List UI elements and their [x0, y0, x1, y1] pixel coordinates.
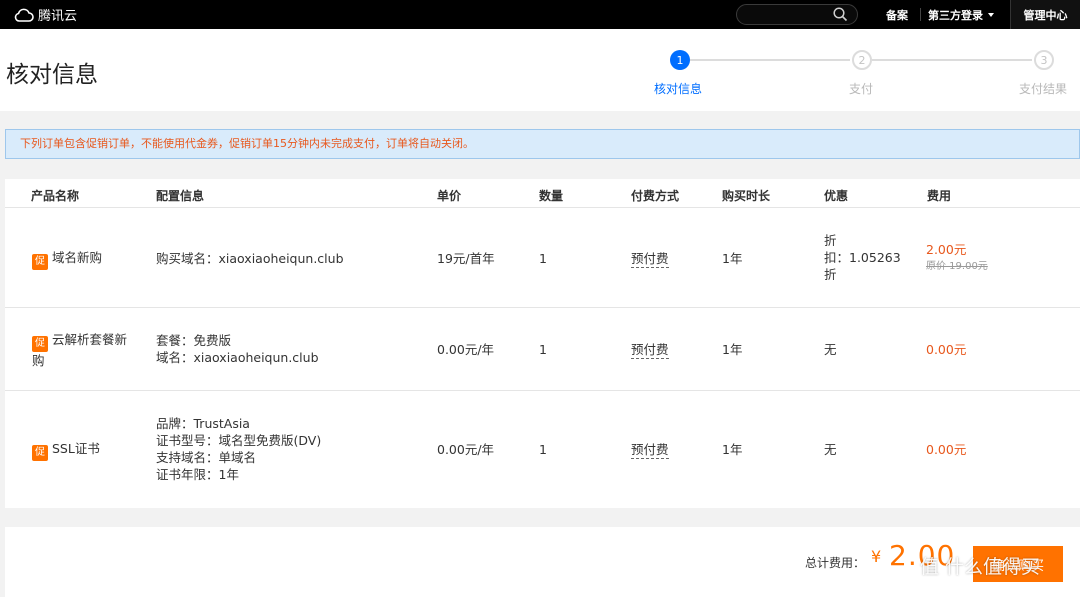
- discount: 无: [824, 442, 837, 457]
- product-name-label: 域名新购: [52, 250, 103, 265]
- table-header: 产品名称 配置信息 单价 数量 付费方式 购买时长 优惠 费用: [5, 179, 1080, 208]
- config-line: 套餐：免费版: [156, 333, 232, 348]
- product-name-label: 云解析套餐新: [52, 332, 128, 347]
- quantity: 1: [539, 342, 547, 357]
- pay-method[interactable]: 预付费: [631, 441, 669, 459]
- config-line: 支持域名：单域名: [156, 450, 257, 465]
- pay-method[interactable]: 预付费: [631, 341, 669, 359]
- pay-method-label[interactable]: 预付费: [631, 442, 669, 459]
- search-icon[interactable]: [833, 7, 848, 22]
- table-row: 促云解析套餐新 购 套餐：免费版 域名：xiaoxiaoheiqun.club …: [5, 308, 1080, 391]
- product-name-label: 购: [32, 353, 45, 368]
- promo-notice-banner: 下列订单包含促销订单，不能使用代金券，促销订单15分钟内未完成支付，订单将自动关…: [5, 129, 1080, 159]
- fee-value: 2.00元: [926, 242, 967, 257]
- discount: 折 扣：1.05263 折: [824, 232, 901, 283]
- promo-badge: 促: [32, 445, 48, 461]
- nav-beian[interactable]: 备案: [886, 0, 908, 29]
- discount: 无: [824, 342, 837, 357]
- product-name: 促域名新购: [32, 249, 102, 270]
- step-3-label: 支付结果: [1019, 82, 1068, 96]
- th-duration: 购买时长: [722, 189, 771, 203]
- duration: 1年: [722, 251, 743, 266]
- quantity: 1: [539, 442, 547, 457]
- unit-price: 0.00元/年: [437, 342, 495, 357]
- unit-price: 0.00元/年: [437, 442, 495, 457]
- table-row: 促 SSL证书 品牌：TrustAsia 证书型号：域名型免费版(DV) 支持域名…: [5, 391, 1080, 508]
- pay-method-label[interactable]: 预付费: [631, 342, 669, 359]
- pay-method[interactable]: 预付费: [631, 250, 669, 268]
- nav-third-party-login-label: 第三方登录: [928, 8, 983, 22]
- currency-symbol: ¥: [871, 547, 882, 566]
- fee-value: 0.00元: [926, 442, 967, 457]
- step-connector: [872, 59, 1032, 61]
- table-row: 促域名新购 购买域名：xiaoxiaoheiqun.club 19元/首年 1 …: [5, 208, 1080, 308]
- discount-line: 扣：1.05263: [824, 250, 901, 265]
- top-navbar: 腾讯云 备案 第三方登录 管理中心: [0, 0, 1080, 29]
- th-product-name: 产品名称: [31, 189, 80, 203]
- tencent-cloud-logo[interactable]: 腾讯云: [14, 5, 77, 24]
- product-name: 促云解析套餐新 购: [32, 331, 127, 369]
- nav-third-party-login[interactable]: 第三方登录: [928, 0, 994, 29]
- order-footer: 总计费用： ¥ 2.00 确认购买: [5, 527, 1080, 597]
- step-1-label: 核对信息: [654, 82, 703, 96]
- config-info: 套餐：免费版 域名：xiaoxiaoheiqun.club: [156, 332, 319, 366]
- logo-text: 腾讯云: [38, 9, 78, 24]
- duration: 1年: [722, 342, 743, 357]
- th-fee: 费用: [927, 189, 952, 203]
- chevron-down-icon: [988, 12, 994, 17]
- cloud-logo-icon: [14, 8, 34, 22]
- config-line: 证书型号：域名型免费版(DV): [156, 433, 322, 448]
- page-title: 核对信息: [6, 62, 98, 88]
- step-connector: [690, 59, 850, 61]
- search-input[interactable]: [736, 4, 858, 25]
- config-line: 品牌：TrustAsia: [156, 416, 250, 431]
- th-config: 配置信息: [156, 189, 205, 203]
- pay-method-label[interactable]: 预付费: [631, 251, 669, 268]
- nav-divider: [920, 8, 921, 21]
- product-name-label: SSL证书: [52, 441, 100, 456]
- fee: 2.00元 原价 19.00元: [926, 241, 988, 275]
- th-price: 单价: [437, 189, 462, 203]
- page-header: 核对信息 1 核对信息 2 支付 3 支付结果: [0, 29, 1080, 111]
- discount-line: 折: [824, 233, 837, 248]
- total-label: 总计费用：: [805, 556, 866, 570]
- quantity: 1: [539, 251, 547, 266]
- fee-value: 0.00元: [926, 342, 967, 357]
- order-table: 产品名称 配置信息 单价 数量 付费方式 购买时长 优惠 费用 促域名新购 购买…: [5, 179, 1080, 508]
- duration: 1年: [722, 442, 743, 457]
- nav-admin-center[interactable]: 管理中心: [1010, 0, 1080, 29]
- th-quantity: 数量: [539, 189, 564, 203]
- config-line: 证书年限：1年: [156, 467, 239, 482]
- config-info: 购买域名：xiaoxiaoheiqun.club: [156, 251, 344, 266]
- th-discount: 优惠: [824, 189, 849, 203]
- step-2-label: 支付: [849, 82, 874, 96]
- smzdm-watermark: 值 什么值得买: [920, 552, 1040, 579]
- discount-line: 折: [824, 267, 837, 282]
- original-price: 原价 19.00元: [926, 261, 988, 272]
- promo-badge: 促: [32, 336, 48, 352]
- step-2-circle: 2: [852, 50, 872, 70]
- step-1-circle: 1: [670, 50, 690, 70]
- promo-badge: 促: [32, 254, 48, 270]
- watermark-text: 值 什么值得买: [920, 556, 1041, 578]
- th-pay-method: 付费方式: [631, 189, 680, 203]
- product-name: 促 SSL证书: [32, 440, 100, 461]
- step-3-circle: 3: [1034, 50, 1054, 70]
- unit-price: 19元/首年: [437, 251, 495, 266]
- config-info: 品牌：TrustAsia 证书型号：域名型免费版(DV) 支持域名：单域名 证书…: [156, 415, 321, 483]
- config-line: 域名：xiaoxiaoheiqun.club: [156, 350, 319, 365]
